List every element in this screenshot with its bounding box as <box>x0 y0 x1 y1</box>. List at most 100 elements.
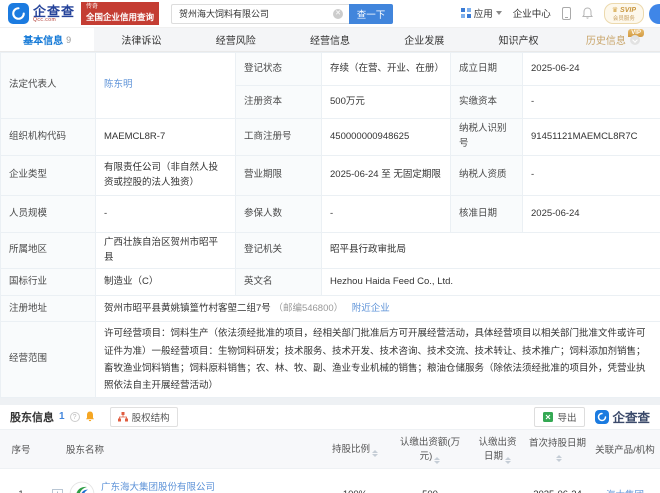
field-value: - <box>95 195 236 233</box>
field-value: 2025-06-24 <box>522 52 660 86</box>
col-amount[interactable]: 认缴出资额(万元) <box>390 428 470 469</box>
equity-structure-icon <box>117 411 128 422</box>
field-value: 广西壮族自治区贺州市昭平县 <box>95 231 236 270</box>
field-label: 登记机关 <box>235 231 322 270</box>
field-label: 核准日期 <box>450 195 523 233</box>
field-label: 经营范围 <box>0 321 96 398</box>
field-value: - <box>321 195 451 233</box>
field-label: 纳税人资质 <box>450 155 523 196</box>
shareholder-count: 1 <box>59 411 65 423</box>
search-input[interactable] <box>171 3 350 24</box>
field-label: 注册地址 <box>0 295 96 323</box>
shareholders-header: 股东信息 1 ? 股权结构 导出 企查查 <box>0 405 660 429</box>
field-label: 纳税人识别号 <box>450 118 523 156</box>
legal-rep-link[interactable]: 陈东明 <box>104 79 133 90</box>
badge-line1: 传奇 <box>86 4 99 11</box>
field-value: 2025-06-24 至 无固定期限 <box>321 155 451 196</box>
equity-structure-button[interactable]: 股权结构 <box>109 406 178 427</box>
top-nav: 应用 企业中心 ♛ SVIP 会员服务 <box>460 3 660 24</box>
col-no: 序号 <box>0 428 42 469</box>
top-bar: 企查查 Qcc.com 传奇 全国企业信用查询 ✕ 查一下 应用 企业中心 ♛ … <box>0 0 660 28</box>
export-excel-icon <box>543 411 554 422</box>
field-value: 450000000948625 <box>321 118 451 156</box>
field-label: 法定代表人 <box>0 52 96 119</box>
badge-line2: 全国企业信用查询 <box>86 11 155 22</box>
col-related: 关联产品/机构 <box>590 428 660 469</box>
sort-icon <box>434 456 441 464</box>
table-header-row: 序号 股东名称 持股比例 认缴出资额(万元) 认缴出资日期 首次持股日期 关联产… <box>0 428 660 469</box>
history-chevron-icon <box>629 34 640 45</box>
field-value: 制造业（C） <box>95 268 236 297</box>
tab-history[interactable]: VIP 历史信息 <box>566 28 660 51</box>
export-button[interactable]: 导出 <box>534 406 586 427</box>
search-button[interactable]: 查一下 <box>349 3 394 24</box>
search-clear-icon[interactable]: ✕ <box>333 8 344 19</box>
col-name: 股东名称 <box>42 428 320 469</box>
field-label: 国标行业 <box>0 268 96 297</box>
caret-down-icon <box>495 11 502 16</box>
svip-badge[interactable]: ♛ SVIP 会员服务 <box>603 3 644 24</box>
basic-info-table: 法定代表人 陈东明 登记状态 存续（在营、开业、在册） 成立日期 2025-06… <box>0 52 660 398</box>
nav-apps-label: 应用 <box>473 9 493 21</box>
col-ratio[interactable]: 持股比例 <box>320 428 390 469</box>
help-icon[interactable]: ? <box>69 411 80 422</box>
hold-ratio: 100% <box>320 468 390 493</box>
section-title: 股东信息 <box>10 411 54 424</box>
watermark-logo-icon <box>595 409 610 424</box>
field-value: - <box>522 85 660 119</box>
nav-apps[interactable]: 应用 <box>460 6 502 21</box>
shareholder-name-link[interactable]: 广东海大集团股份有限公司 <box>101 479 215 493</box>
search-bar: ✕ 查一下 <box>171 3 394 24</box>
field-value: MAEMCL8R-7 <box>95 118 236 156</box>
address-text: 贺州市昭平县黄姚镇篁竹村客塱二组7号 <box>104 302 271 314</box>
field-label: 参保人数 <box>235 195 322 233</box>
logo-text[interactable]: 企查查 Qcc.com <box>33 5 75 23</box>
sort-icon <box>372 449 378 457</box>
business-scope-text: 许可经营项目：饲料生产（依法须经批准的项目，经相关部门批准后方可开展经营活动，具… <box>95 321 660 398</box>
tab-basic-info[interactable]: 基本信息 9 <box>0 28 95 51</box>
field-label: 工商注册号 <box>235 118 322 156</box>
field-value: 存续（在营、开业、在册） <box>321 52 451 86</box>
field-label: 营业期限 <box>235 155 322 196</box>
shareholders-table: 序号 股东名称 持股比例 认缴出资额(万元) 认缴出资日期 首次持股日期 关联产… <box>0 428 660 493</box>
field-value: 2025-06-24 <box>522 195 660 233</box>
field-value: 昭平县行政审批局 <box>321 231 660 270</box>
sort-icon <box>555 455 562 463</box>
tab-ip[interactable]: 知识产权 <box>471 28 565 51</box>
subscribe-date: - <box>470 468 525 493</box>
field-value: 有限责任公司（非自然人投资或控股的法人独资） <box>95 155 236 196</box>
tab-operation[interactable]: 经营信息 <box>283 28 377 51</box>
expand-plus-icon[interactable]: + <box>52 488 63 493</box>
field-label: 所属地区 <box>0 231 96 270</box>
field-label: 组织机构代码 <box>0 118 96 156</box>
field-value: - <box>522 155 660 196</box>
haida-group-logo: Haid <box>69 481 95 493</box>
field-label: 人员规模 <box>0 195 96 233</box>
logo-name: 企查查 <box>33 3 76 19</box>
qcc-watermark: 企查查 <box>595 407 650 426</box>
notification-bell-icon[interactable] <box>85 411 95 422</box>
tab-legal[interactable]: 法律诉讼 <box>94 28 188 51</box>
row-number: 1 <box>0 468 42 493</box>
bell-icon[interactable] <box>581 7 593 20</box>
qcc-logo-icon[interactable] <box>8 3 29 24</box>
sort-icon <box>505 456 511 464</box>
nav-enterprise-center[interactable]: 企业中心 <box>513 6 551 20</box>
field-label: 英文名 <box>235 268 322 297</box>
address-postcode: （邮编546800） <box>273 302 344 314</box>
subscribed-amount: 500 <box>390 468 470 493</box>
phone-icon[interactable] <box>561 6 571 20</box>
svip-title: ♛ SVIP <box>611 7 636 15</box>
field-value: 91451121MAEMCL8R7C <box>522 118 660 156</box>
col-first-hold-date[interactable]: 首次持股日期 <box>525 428 590 469</box>
tab-risk[interactable]: 经营风险 <box>189 28 283 51</box>
col-subscribe-date[interactable]: 认缴出资日期 <box>470 428 525 469</box>
tab-development[interactable]: 企业发展 <box>377 28 471 51</box>
nearby-companies-link[interactable]: 附近企业 <box>352 303 390 314</box>
crown-icon: ♛ <box>611 7 619 15</box>
shareholders-section: 股东信息 1 ? 股权结构 导出 企查查 序号 股东名称 持股比例 认缴出资额(… <box>0 404 660 493</box>
nav-center-label: 企业中心 <box>512 9 551 21</box>
field-label: 实缴资本 <box>450 85 523 119</box>
field-label: 成立日期 <box>450 52 523 86</box>
brand-slogan-badge: 传奇 全国企业信用查询 <box>81 2 160 25</box>
